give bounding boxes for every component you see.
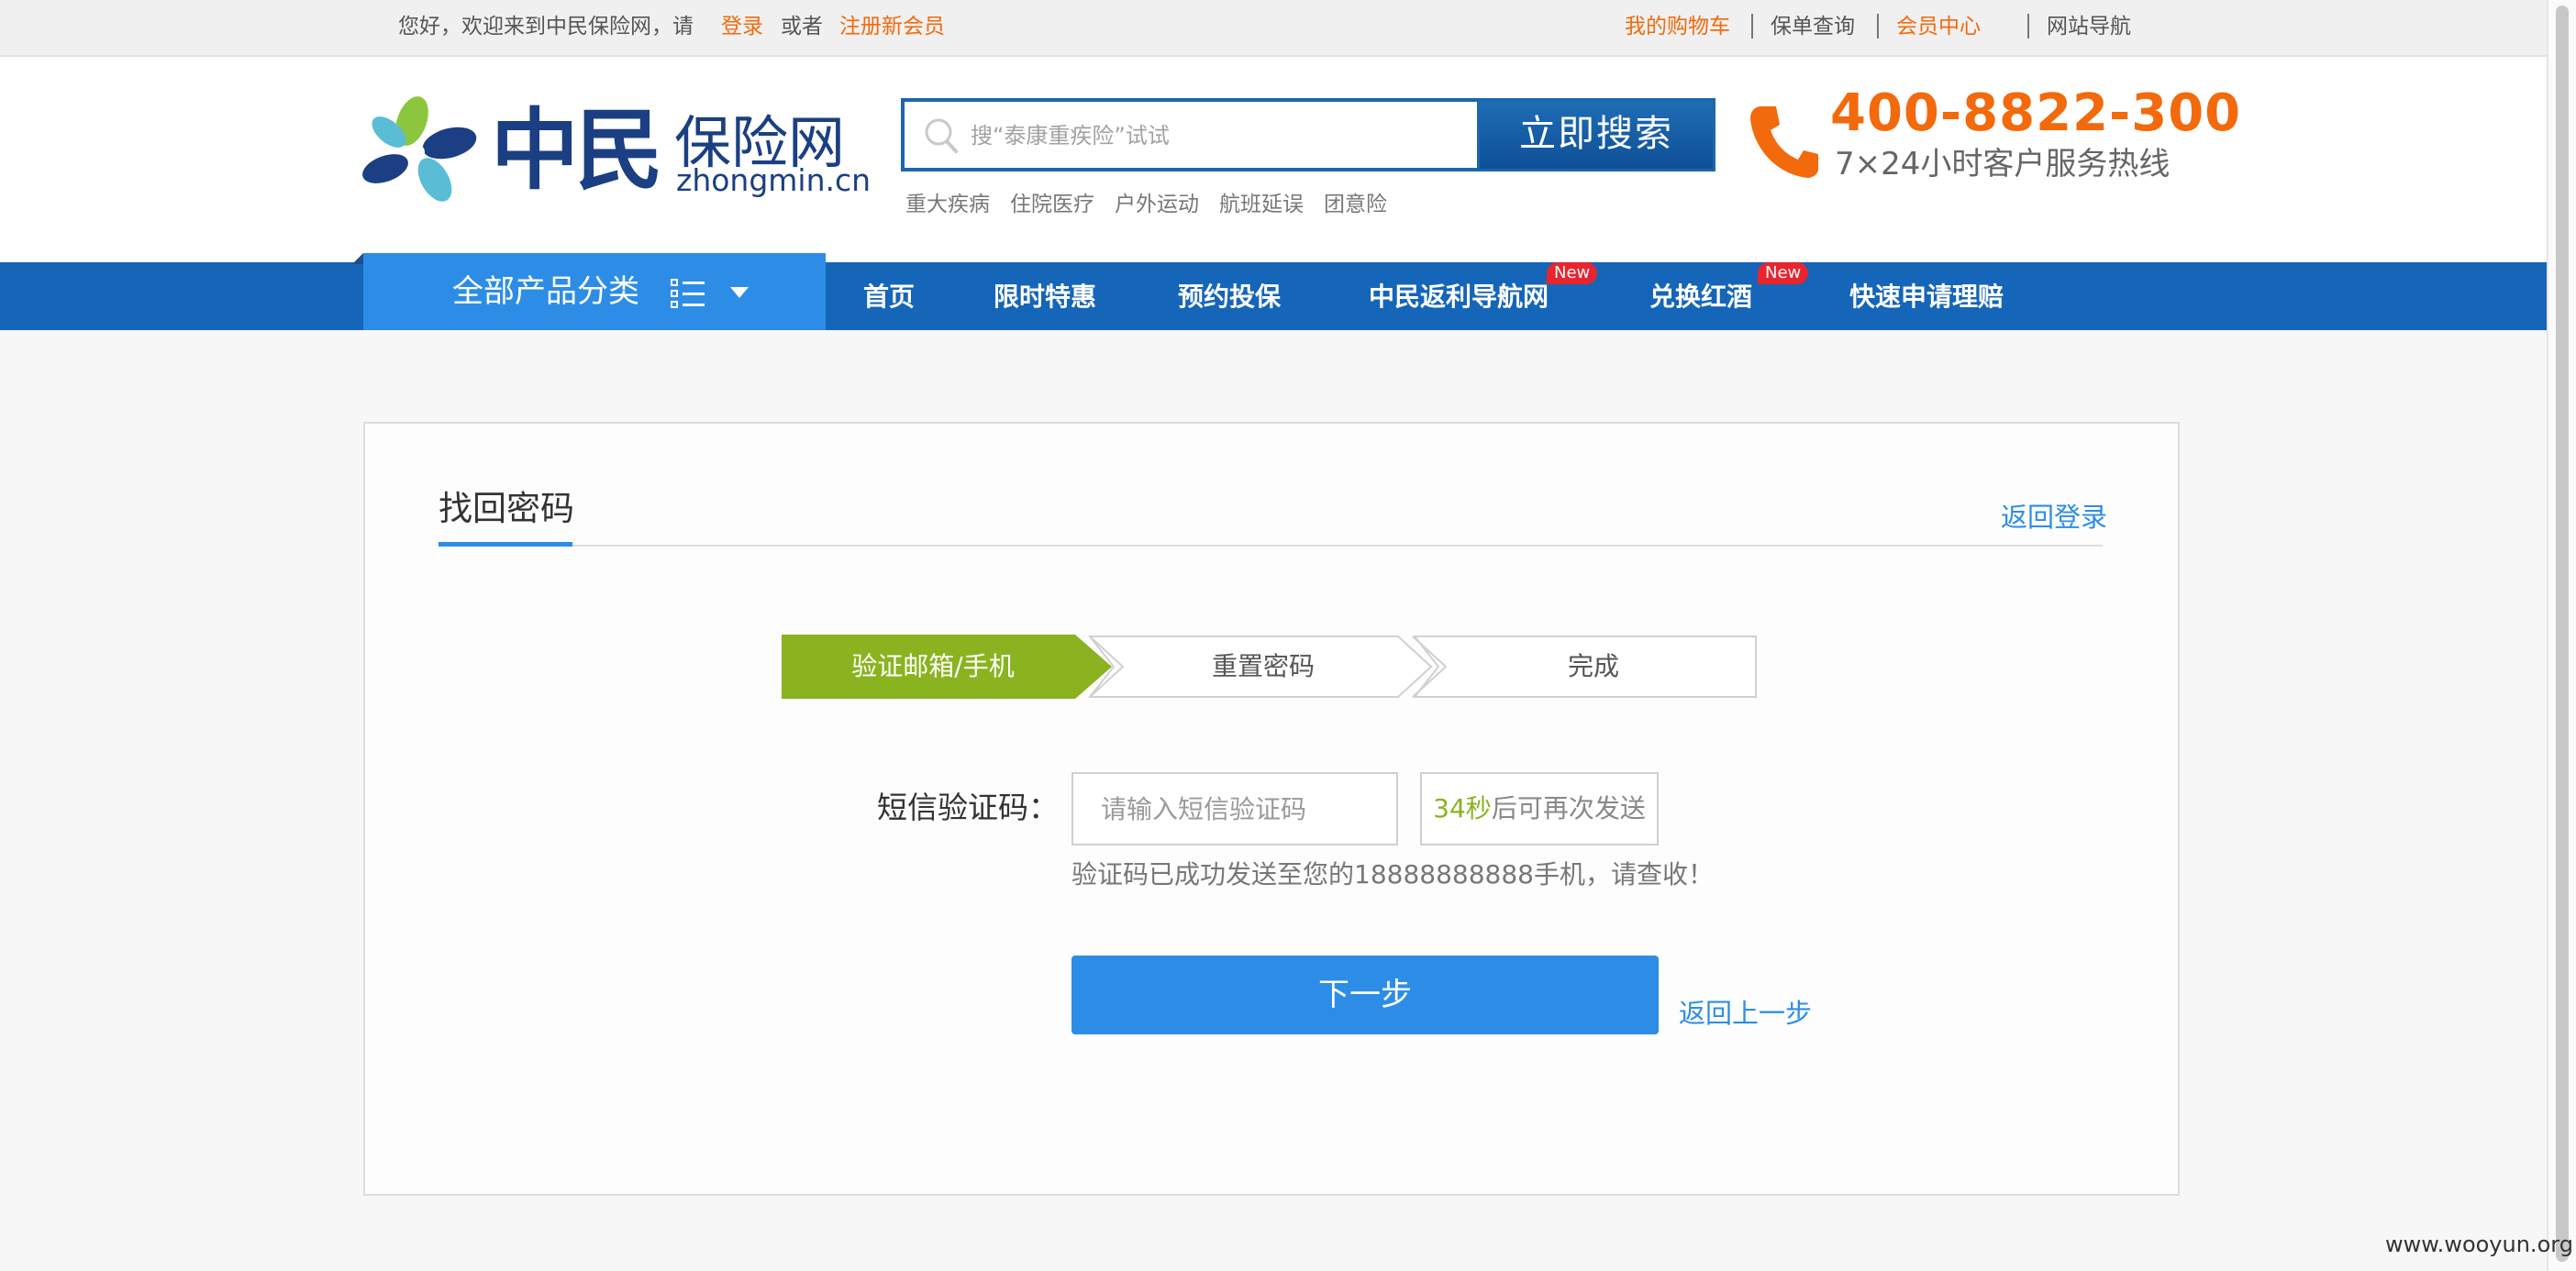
cart-link[interactable]: 我的购物车 xyxy=(1625,13,1730,40)
step-done: 完成 xyxy=(1567,651,1619,681)
member-center-link[interactable]: 会员中心 xyxy=(1896,13,1981,40)
phone-icon xyxy=(1750,106,1818,178)
new-badge: New xyxy=(1547,262,1598,284)
hotword-link[interactable]: 团意险 xyxy=(1324,191,1387,218)
new-badge: New xyxy=(1758,262,1809,284)
logo-flower-icon[interactable] xyxy=(361,95,483,205)
search-button[interactable]: 立即搜索 xyxy=(1477,98,1715,171)
resend-code-button[interactable]: 34秒后可再次发送 xyxy=(1420,772,1659,845)
sms-code-input[interactable] xyxy=(1071,772,1398,845)
search-icon xyxy=(925,118,958,153)
back-to-login-link[interactable]: 返回登录 xyxy=(2001,501,2107,534)
search-box xyxy=(901,98,1477,171)
chevron-down-icon xyxy=(730,287,749,298)
back-step-link[interactable]: 返回上一步 xyxy=(1679,997,1812,1030)
hotword-link[interactable]: 住院医疗 xyxy=(1010,191,1094,218)
sms-code-label: 短信验证码： xyxy=(877,790,1059,825)
divider xyxy=(1751,14,1753,39)
scrollbar-thumb[interactable] xyxy=(2556,6,2569,1262)
login-link[interactable]: 登录 xyxy=(721,13,763,40)
next-step-button[interactable]: 下一步 xyxy=(1071,956,1659,1034)
top-bar: 您好，欢迎来到中民保险网，请 登录 或者 注册新会员 我的购物车 保单查询 会员… xyxy=(0,0,2547,57)
site-header: 中民 保险网 zhongmin.cn 立即搜索 重大疾病 住院医疗 户外运动 航… xyxy=(0,57,2547,262)
divider xyxy=(2027,14,2029,39)
sms-sent-message: 验证码已成功发送至您的18888888888手机，请查收！ xyxy=(1071,859,1714,890)
main-nav: 全部产品分类 首页 限时特惠 预约投保 中民返利导航网 New 兑换红酒 New… xyxy=(0,253,2547,330)
divider xyxy=(1877,14,1879,39)
nav-item-flash-sale[interactable]: 限时特惠 xyxy=(994,281,1096,314)
register-link[interactable]: 注册新会员 xyxy=(839,13,945,40)
nav-item-reserve[interactable]: 预约投保 xyxy=(1178,281,1281,314)
step-verify: 验证邮箱/手机 xyxy=(851,651,1015,681)
all-categories-button[interactable]: 全部产品分类 xyxy=(363,253,826,330)
resend-label: 后可再次发送 xyxy=(1491,793,1646,823)
nav-item-claims[interactable]: 快速申请理赔 xyxy=(1849,281,2004,314)
title-divider xyxy=(439,545,2103,547)
search-input[interactable] xyxy=(969,115,1468,157)
or-text: 或者 xyxy=(781,15,823,39)
greeting-text: 您好，欢迎来到中民保险网，请 xyxy=(398,15,694,39)
hotword-link[interactable]: 户外运动 xyxy=(1115,191,1199,218)
hotline-description: 7×24小时客户服务热线 xyxy=(1835,146,2171,182)
hotline-number: 400-8822-300 xyxy=(1830,83,2242,143)
nav-item-rebate[interactable]: 中民返利导航网 xyxy=(1369,281,1549,314)
logo-main-text[interactable]: 中民 xyxy=(491,105,663,196)
all-categories-label: 全部产品分类 xyxy=(452,273,639,310)
policy-query-link[interactable]: 保单查询 xyxy=(1771,13,1855,40)
site-nav-link[interactable]: 网站导航 xyxy=(2047,13,2131,40)
nav-item-home[interactable]: 首页 xyxy=(863,281,915,314)
list-icon xyxy=(671,279,705,308)
page-scrollbar[interactable] xyxy=(2547,0,2576,1271)
watermark-text: www.wooyun.org xyxy=(2385,1232,2573,1257)
page-title: 找回密码 xyxy=(439,489,574,528)
password-recovery-panel: 找回密码 返回登录 验证邮箱/手机 重置密码 完成 短信验证码： 34秒后可再次… xyxy=(363,422,2180,1196)
progress-steps: 验证邮箱/手机 重置密码 完成 xyxy=(782,635,1758,699)
category-tab-notch xyxy=(352,253,363,264)
nav-item-wine[interactable]: 兑换红酒 xyxy=(1649,281,1752,314)
countdown-timer: 34秒 xyxy=(1433,793,1492,823)
hotword-link[interactable]: 重大疾病 xyxy=(905,191,990,218)
logo-domain-text[interactable]: zhongmin.cn xyxy=(676,164,871,197)
title-underline xyxy=(439,542,572,547)
hotword-link[interactable]: 航班延误 xyxy=(1219,191,1304,218)
step-reset: 重置密码 xyxy=(1211,651,1315,681)
